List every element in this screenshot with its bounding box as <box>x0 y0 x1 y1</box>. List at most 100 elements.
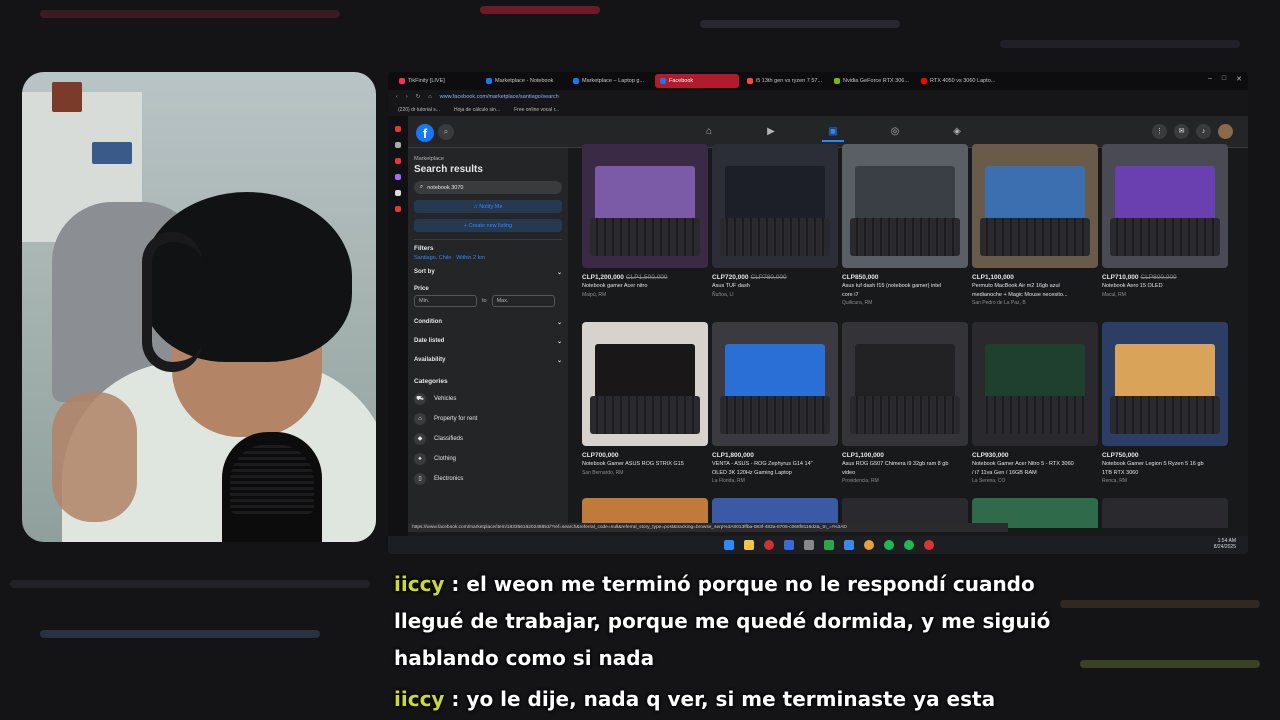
category-item[interactable]: ◆ Classifieds <box>414 433 562 445</box>
profile-avatar[interactable] <box>1218 124 1233 139</box>
tab-favicon-icon <box>834 78 840 84</box>
search-input[interactable]: ⌕ notebook 3070 <box>414 181 562 194</box>
listing-photo[interactable] <box>712 144 838 268</box>
sidebar-app-icon[interactable] <box>395 142 401 148</box>
bookmark-item[interactable]: Free online vocal r... <box>514 107 559 113</box>
home-icon[interactable]: ⌂ <box>428 94 431 100</box>
back-icon[interactable]: ‹ <box>396 94 398 100</box>
reload-icon[interactable]: ↻ <box>416 94 421 100</box>
minimize-icon[interactable]: – <box>1208 75 1212 83</box>
condition-dropdown[interactable]: Condition ⌄ <box>414 319 562 326</box>
browser-tab[interactable]: Marketplace – Laptop g... <box>568 74 652 88</box>
listing-title: Notebook gamer Acer nitro <box>582 283 648 289</box>
listing-photo[interactable] <box>842 322 968 446</box>
listing-photo[interactable] <box>712 322 838 446</box>
windows-start-icon[interactable] <box>724 540 734 550</box>
forward-icon[interactable]: › <box>406 94 408 100</box>
sidebar-app-icon[interactable] <box>395 158 401 164</box>
sidebar-app-icon[interactable] <box>395 174 401 180</box>
browser-tab[interactable]: i5 13th gen vs ryzen 7 57... <box>742 74 826 88</box>
notifications-icon[interactable]: ♪ <box>1196 124 1211 139</box>
sidebar-app-icon[interactable] <box>395 190 401 196</box>
chrome-icon[interactable] <box>924 540 934 550</box>
availability-dropdown[interactable]: Availability ⌄ <box>414 357 562 364</box>
min-price-input[interactable]: Min. <box>414 295 477 307</box>
category-item[interactable]: ♠ Clothing <box>414 453 562 465</box>
tab-favicon-icon <box>399 78 405 84</box>
search-icon[interactable]: ⌕ <box>438 124 454 140</box>
listing-card[interactable]: CLP700,000 Notebook Gamer ASUS ROG STRIX … <box>582 322 708 476</box>
date-listed-label: Date listed <box>414 338 445 344</box>
current-price: CLP850,000 <box>842 274 879 281</box>
listing-card[interactable]: CLP850,000 Asus tuf dash f15 (notebook ga… <box>842 144 968 306</box>
sidebar-app-icon[interactable] <box>395 126 401 132</box>
bookmark-item[interactable]: (220) dr tutorial s... <box>398 107 440 113</box>
listing-photo-partial[interactable] <box>1102 498 1228 528</box>
listing-card[interactable]: CLP1,800,000 VENTA - ASUS - ROG Zephyrus … <box>712 322 838 484</box>
browser-sidebar <box>388 116 408 536</box>
facebook-logo-icon[interactable]: f <box>416 124 434 142</box>
video-nav-icon[interactable]: ▶ <box>760 122 782 142</box>
browser-tab[interactable]: Marketplace - Notebook <box>481 74 565 88</box>
category-item[interactable]: ⛟ Vehicles <box>414 393 562 405</box>
create-listing-button[interactable]: + Create new listing <box>414 219 562 232</box>
listing-card[interactable]: CLP930,000 Notebook Gamer Acer Nitro 5 - … <box>972 322 1098 484</box>
category-item[interactable]: ⌂ Property for rent <box>414 413 562 425</box>
app-icon[interactable] <box>824 540 834 550</box>
max-price-input[interactable]: Max. <box>491 295 555 307</box>
category-item[interactable]: ▯ Electronics <box>414 473 562 485</box>
listing-price: CLP750,000 <box>1102 452 1228 459</box>
system-clock[interactable]: 1:54 AM 8/24/2025 <box>1214 538 1236 550</box>
condition-label: Condition <box>414 319 442 325</box>
browser-tab[interactable]: Facebook <box>655 74 739 88</box>
listing-card[interactable]: CLP1,200,000 CLP1,500,000 Notebook gamer A… <box>582 144 708 298</box>
spotify-icon[interactable] <box>884 540 894 550</box>
menu-grid-icon[interactable]: ⋮ <box>1152 124 1167 139</box>
listing-photo[interactable] <box>582 322 708 446</box>
laptop-keyboard <box>1109 396 1221 434</box>
maximize-icon[interactable]: □ <box>1222 75 1226 83</box>
listing-photo[interactable] <box>1102 322 1228 446</box>
background-streak <box>40 10 340 18</box>
listing-photo[interactable] <box>1102 144 1228 268</box>
close-icon[interactable]: ✕ <box>1236 75 1242 83</box>
location-filter-link[interactable]: Santiago, Chile · Within 2 km <box>414 255 562 261</box>
app-icon[interactable] <box>784 540 794 550</box>
listing-photo[interactable] <box>842 144 968 268</box>
app-icon[interactable] <box>844 540 854 550</box>
obs-icon[interactable] <box>764 540 774 550</box>
url-field[interactable]: www.facebook.com/marketplace/santiago/se… <box>440 94 559 100</box>
home-nav-icon[interactable]: ⌂ <box>698 122 720 142</box>
messenger-icon[interactable]: ✉ <box>1174 124 1189 139</box>
sidebar-app-icon[interactable] <box>395 206 401 212</box>
browser-tab[interactable]: RTX 4050 vs 3060 Lapto... <box>916 74 1000 88</box>
laptop-keyboard <box>719 218 831 256</box>
listing-card[interactable]: CLP710,000 CLP800,000 Notebook Aero 15 OLE… <box>1102 144 1228 298</box>
file-explorer-icon[interactable] <box>744 540 754 550</box>
category-label: Vehicles <box>434 396 457 402</box>
sort-by-dropdown[interactable]: Sort by ⌄ <box>414 269 562 276</box>
app-icon[interactable] <box>864 540 874 550</box>
groups-nav-icon[interactable]: ◎ <box>884 122 906 142</box>
listing-card[interactable]: CLP750,000 Notebook Gamer Legion 5 Ryzen … <box>1102 322 1228 484</box>
shelf-object <box>52 82 82 112</box>
listing-card[interactable]: CLP1,100,000 Permuto MacBook Air m2 16gb … <box>972 144 1098 306</box>
browser-tab[interactable]: Nvidia GeForce RTX 306... <box>829 74 913 88</box>
app-icon[interactable] <box>904 540 914 550</box>
listing-photo[interactable] <box>972 322 1098 446</box>
price-label: Price <box>414 286 429 292</box>
browser-tab[interactable]: TikFinity [LIVE] <box>394 74 478 88</box>
app-icon[interactable] <box>804 540 814 550</box>
listing-card[interactable]: CLP720,000 CLP780,000 Asus TUF dash Ñuñoa, … <box>712 144 838 298</box>
bookmark-item[interactable]: Hoja de cálculo sin... <box>454 107 500 113</box>
current-price: CLP710,000 <box>1102 274 1139 281</box>
status-bar-url: https://www.facebook.com/marketplace/ite… <box>408 523 1008 532</box>
marketplace-nav-icon[interactable]: ▣ <box>822 122 844 142</box>
listing-card[interactable]: CLP1,100,000 Asus ROG G507 Chimera i9 32g… <box>842 322 968 484</box>
gaming-nav-icon[interactable]: ◈ <box>946 122 968 142</box>
listing-photo[interactable] <box>582 144 708 268</box>
date-listed-dropdown[interactable]: Date listed ⌄ <box>414 338 562 345</box>
notify-me-button[interactable]: ♫ Notify Me <box>414 200 562 213</box>
background-streak <box>10 580 370 588</box>
listing-photo[interactable] <box>972 144 1098 268</box>
